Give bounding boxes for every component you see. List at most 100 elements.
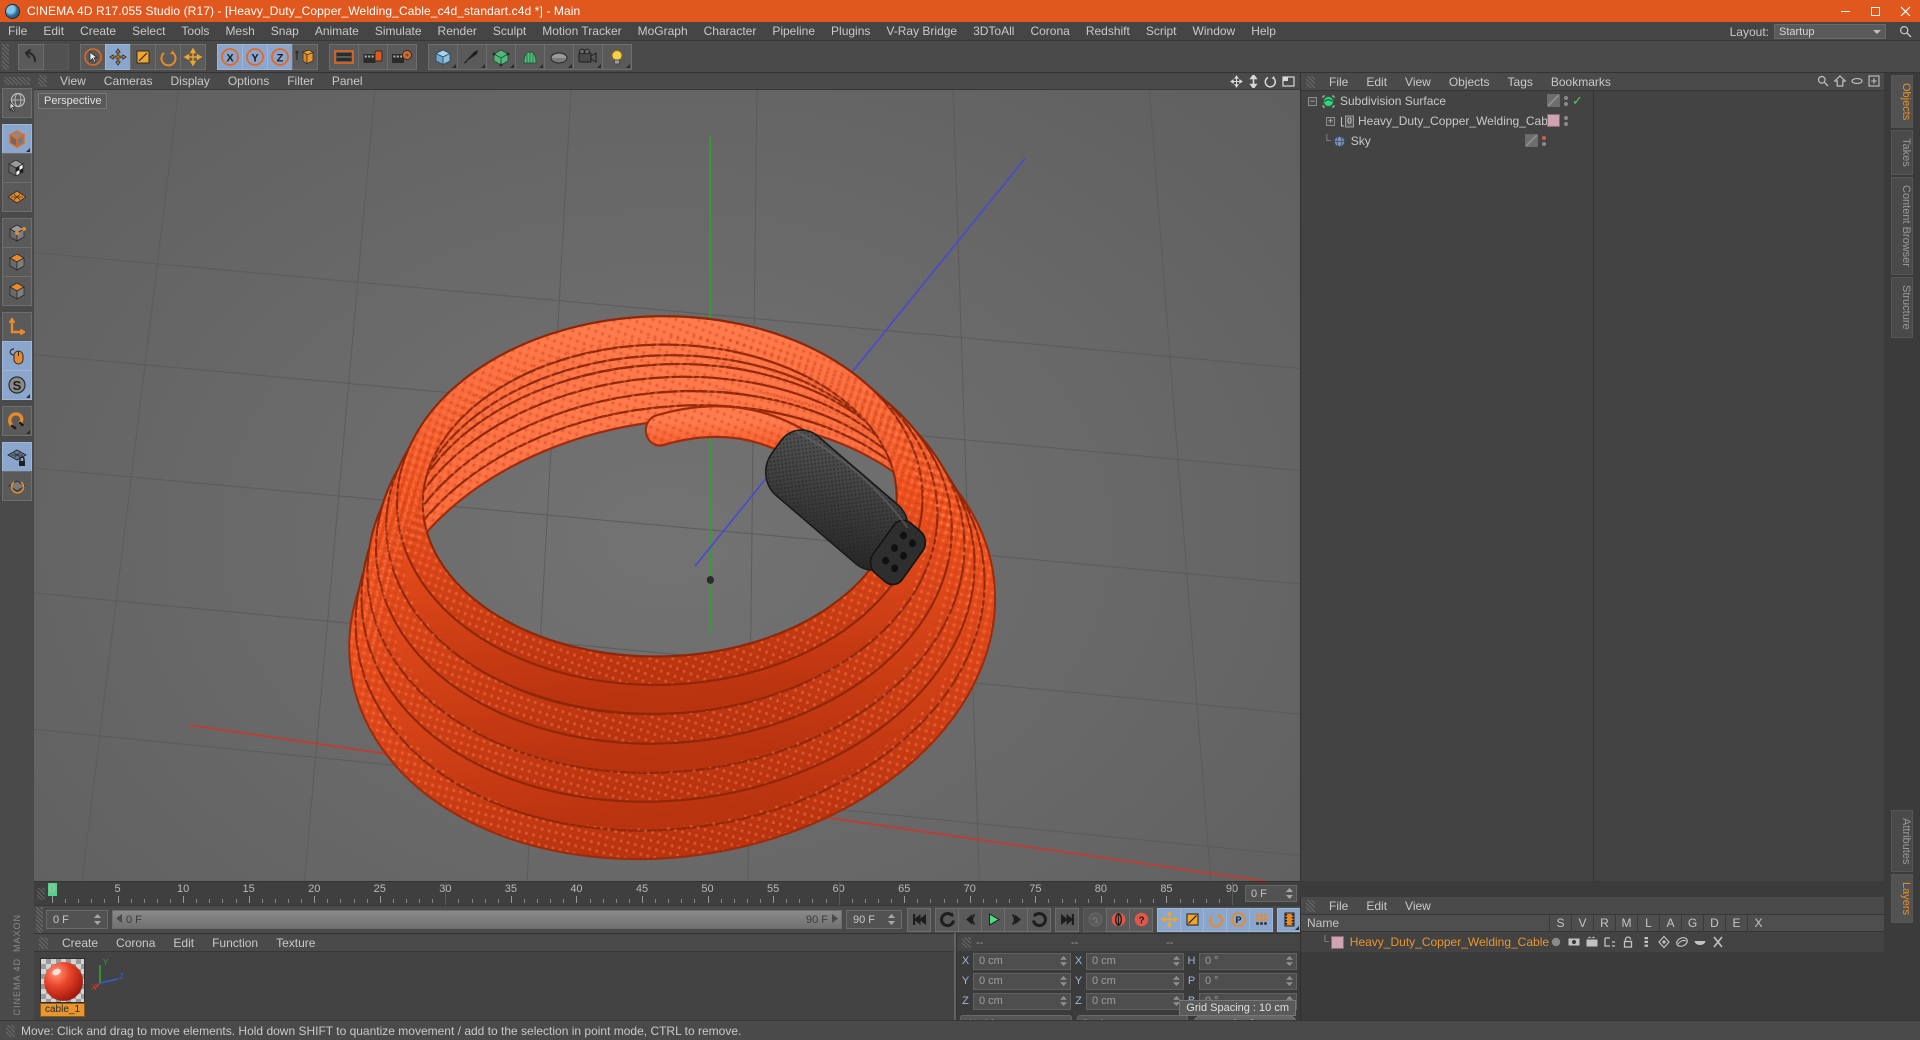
- material-menu-edit[interactable]: Edit: [164, 934, 203, 952]
- lock-x-axis[interactable]: X: [217, 43, 243, 70]
- menu-plugins[interactable]: Plugins: [823, 22, 878, 41]
- timeline-grip[interactable]: [37, 888, 45, 900]
- record-rotation-button[interactable]: [1203, 907, 1227, 932]
- object-row-subdivision-surface[interactable]: − Subdivision Surface ✓: [1301, 91, 1884, 111]
- render-to-picture-viewer-button[interactable]: [358, 43, 388, 70]
- menu-3dtoall[interactable]: 3DToAll: [965, 22, 1022, 41]
- column-l[interactable]: L: [1637, 915, 1659, 932]
- expand-icon[interactable]: [1868, 75, 1880, 90]
- snap-settings-tool[interactable]: S: [2, 370, 32, 400]
- material-tag[interactable]: [1547, 114, 1560, 127]
- menu-edit[interactable]: Edit: [35, 22, 72, 41]
- object-tree[interactable]: − Subdivision Surface ✓ + 0 Heavy_Duty_C…: [1301, 91, 1884, 881]
- magnet-tool[interactable]: [2, 406, 32, 436]
- range-left-arrow-icon[interactable]: [115, 913, 123, 926]
- rotation-p-input[interactable]: 0 °: [1199, 972, 1297, 990]
- position-x-input[interactable]: 0 cm: [973, 952, 1071, 970]
- go-to-end-button[interactable]: [1055, 907, 1079, 932]
- spinner-icon[interactable]: [1286, 888, 1293, 899]
- xref-icon[interactable]: [1711, 935, 1725, 952]
- menu-create[interactable]: Create: [72, 22, 124, 41]
- expand-icon[interactable]: +: [1326, 116, 1335, 126]
- material-menu-corona[interactable]: Corona: [107, 934, 164, 952]
- texture-mode[interactable]: [2, 153, 32, 183]
- model-mode[interactable]: [2, 124, 32, 154]
- tag-placeholder[interactable]: [1525, 134, 1538, 147]
- select-tool[interactable]: [80, 43, 106, 70]
- time-range-slider[interactable]: 0 F 90 F: [112, 910, 842, 929]
- menu-corona[interactable]: Corona: [1022, 22, 1077, 41]
- rotation-h-input[interactable]: 0 °: [1199, 952, 1297, 970]
- viewport-scale-icon[interactable]: [1248, 73, 1259, 91]
- menu-help[interactable]: Help: [1243, 22, 1284, 41]
- viewport-rotate-icon[interactable]: [1264, 75, 1277, 91]
- tab-takes[interactable]: Takes: [1891, 130, 1913, 176]
- column-g[interactable]: G: [1681, 915, 1703, 932]
- record-position-button[interactable]: [1157, 907, 1181, 932]
- position-z-input[interactable]: 0 cm: [973, 992, 1071, 1010]
- check-icon[interactable]: ✓: [1572, 94, 1583, 107]
- object-menu-view[interactable]: View: [1396, 73, 1440, 91]
- add-cube-button[interactable]: [428, 43, 458, 70]
- step-back-button[interactable]: [958, 907, 982, 932]
- add-environment-button[interactable]: [544, 43, 574, 70]
- edges-mode[interactable]: [2, 247, 32, 277]
- viewport-maximize-icon[interactable]: [1282, 75, 1295, 91]
- layer-row[interactable]: └ Heavy_Duty_Copper_Welding_Cable: [1301, 932, 1884, 952]
- spinner-icon[interactable]: [1173, 956, 1180, 966]
- menu-script[interactable]: Script: [1138, 22, 1185, 41]
- next-key-button[interactable]: [1027, 907, 1051, 932]
- add-light-button[interactable]: [602, 43, 632, 70]
- workplane-mode[interactable]: [2, 182, 32, 212]
- add-camera-button[interactable]: [573, 43, 603, 70]
- tab-structure[interactable]: Structure: [1891, 276, 1913, 338]
- menu-animate[interactable]: Animate: [307, 22, 367, 41]
- spinner-icon[interactable]: [1060, 996, 1067, 1006]
- tab-layers[interactable]: Layers: [1891, 874, 1913, 924]
- manager-icon[interactable]: [1603, 935, 1617, 952]
- playbar-grip[interactable]: [36, 906, 43, 933]
- timeline-ruler[interactable]: 051015202530354045505560657075808590: [48, 882, 1240, 906]
- expression-icon[interactable]: [1693, 935, 1707, 952]
- solo-icon[interactable]: [1549, 935, 1563, 952]
- size-y-input[interactable]: 0 cm: [1086, 972, 1184, 990]
- viewport-solo-tool[interactable]: [2, 341, 32, 371]
- material-list[interactable]: cable_1: [34, 952, 954, 1020]
- toolbar-grip[interactable]: [2, 43, 9, 70]
- maximize-button[interactable]: [1860, 0, 1890, 22]
- menu-render[interactable]: Render: [430, 22, 485, 41]
- material-item[interactable]: cable_1: [40, 958, 85, 1017]
- record-pla-button[interactable]: P: [1226, 907, 1250, 932]
- animation-layers-button[interactable]: [1277, 907, 1301, 932]
- deformer-icon[interactable]: [1675, 935, 1689, 952]
- layer-menu-view[interactable]: View: [1396, 897, 1440, 915]
- object-menu-tags[interactable]: Tags: [1499, 73, 1542, 91]
- spinner-icon[interactable]: [1060, 976, 1067, 986]
- size-x-input[interactable]: 0 cm: [1086, 952, 1184, 970]
- column-e[interactable]: E: [1725, 915, 1747, 932]
- viewport-menu-filter[interactable]: Filter: [278, 73, 323, 90]
- column-r[interactable]: R: [1593, 915, 1615, 932]
- points-mode[interactable]: [2, 218, 32, 248]
- material-manager-grip[interactable]: [39, 936, 48, 949]
- material-menu-function[interactable]: Function: [203, 934, 267, 952]
- spinner-icon[interactable]: [1286, 976, 1293, 986]
- menu-file[interactable]: File: [0, 22, 35, 41]
- layer-manager-grip[interactable]: [1306, 899, 1315, 912]
- axis-modification-tool[interactable]: [2, 312, 32, 342]
- add-deformer-button[interactable]: [515, 43, 545, 70]
- menu-character[interactable]: Character: [696, 22, 765, 41]
- column-v[interactable]: V: [1571, 915, 1593, 932]
- animation-icon[interactable]: [1639, 935, 1653, 952]
- close-button[interactable]: [1890, 0, 1920, 22]
- size-z-input[interactable]: 0 cm: [1086, 992, 1184, 1010]
- menu-simulate[interactable]: Simulate: [367, 22, 430, 41]
- move-tool[interactable]: [105, 43, 131, 70]
- menu-vray-bridge[interactable]: V-Ray Bridge: [878, 22, 965, 41]
- column-x[interactable]: X: [1747, 915, 1769, 932]
- material-thumbnail[interactable]: [40, 958, 85, 1003]
- viewport-perspective-label[interactable]: Perspective: [38, 93, 108, 109]
- spinner-icon[interactable]: [1060, 956, 1067, 966]
- layer-menu-edit[interactable]: Edit: [1357, 897, 1396, 915]
- visible-icon[interactable]: [1567, 935, 1581, 952]
